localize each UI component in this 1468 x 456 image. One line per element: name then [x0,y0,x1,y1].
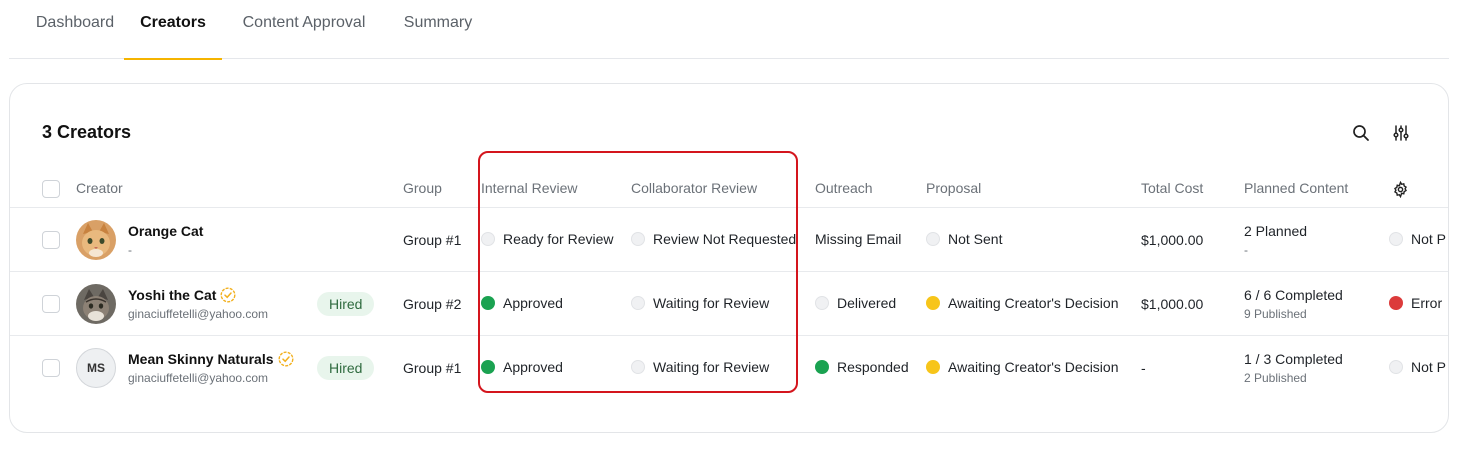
status-dot-icon [481,360,495,374]
avatar [76,284,116,324]
proposal-status[interactable]: Awaiting Creator's Decision [926,295,1119,311]
status-dot-icon [631,360,645,374]
row-checkbox[interactable] [42,295,60,313]
status-dot-icon [926,360,940,374]
row-checkbox[interactable] [42,231,60,249]
filter-sliders-icon[interactable] [1390,122,1412,144]
status-dot-icon [1389,232,1403,246]
row-checkbox[interactable] [42,359,60,377]
status-dot-icon [1389,360,1403,374]
select-all-checkbox[interactable] [42,180,60,198]
internal-review-status[interactable]: Ready for Review [481,231,614,247]
verified-badge-icon [220,287,236,306]
creator-email: ginaciuffetelli@yahoo.com [128,307,269,321]
total-cost-cell: - [1141,360,1146,376]
total-cost-cell: $1,000.00 [1141,232,1204,248]
planned-content-sub: 2 Published [1244,371,1307,385]
status-dot-icon [815,296,829,310]
creator-email: ginaciuffetelli@yahoo.com [128,371,269,385]
status-dot-icon [631,296,645,310]
last-column-status[interactable]: Error [1389,295,1442,311]
planned-content-main: 6 / 6 Completed [1244,287,1343,303]
proposal-status[interactable]: Awaiting Creator's Decision [926,359,1119,375]
status-dot-icon [481,296,495,310]
internal-review-status[interactable]: Approved [481,295,563,311]
top-tabs: Dashboard Creators Content Approval Summ… [9,0,1449,60]
hired-badge: Hired [317,292,375,316]
hired-badge: Hired [317,356,375,380]
column-header-creator[interactable]: Creator [76,180,123,196]
table-row[interactable]: MS Mean Skinny Naturals ginaciuffetelli@… [10,335,1448,399]
proposal-status[interactable]: Not Sent [926,231,1002,247]
planned-content-main: 1 / 3 Completed [1244,351,1343,367]
last-column-status[interactable]: Not P [1389,359,1446,375]
column-header-collaborator-review[interactable]: Collaborator Review [631,180,757,196]
internal-review-status[interactable]: Approved [481,359,563,375]
outreach-status[interactable]: Delivered [815,295,896,311]
outreach-status[interactable]: Responded [815,359,909,375]
group-cell: Group #1 [403,232,462,248]
planned-content-main: 2 Planned [1244,223,1308,239]
column-header-planned-content[interactable]: Planned Content [1244,180,1348,196]
avatar [76,220,116,260]
total-cost-cell: $1,000.00 [1141,296,1204,312]
group-cell: Group #1 [403,360,462,376]
column-header-outreach[interactable]: Outreach [815,180,873,196]
collaborator-review-status[interactable]: Review Not Requested [631,231,796,247]
creator-name[interactable]: Mean Skinny Naturals [128,351,294,370]
verified-badge-icon [277,351,294,370]
tab-content-approval[interactable]: Content Approval [231,0,377,59]
creator-email: - [128,243,132,257]
last-column-status[interactable]: Not P [1389,231,1446,247]
group-cell: Group #2 [403,296,462,312]
collaborator-review-status[interactable]: Waiting for Review [631,295,769,311]
column-header-proposal[interactable]: Proposal [926,180,981,196]
status-dot-icon [481,232,495,246]
gear-icon[interactable] [1389,178,1411,200]
creator-name[interactable]: Yoshi the Cat [128,287,236,306]
tab-dashboard[interactable]: Dashboard [25,0,125,59]
tab-creators[interactable]: Creators [124,0,222,60]
search-icon[interactable] [1350,122,1372,144]
status-dot-icon [815,360,829,374]
outreach-status[interactable]: Missing Email [815,231,901,247]
column-header-group[interactable]: Group [403,180,442,196]
avatar: MS [76,348,116,388]
creator-name[interactable]: Orange Cat [128,223,203,239]
planned-content-sub: 9 Published [1244,307,1307,321]
card-title: 3 Creators [42,122,132,142]
table-row[interactable]: Yoshi the Cat ginaciuffetelli@yahoo.com … [10,271,1448,335]
status-dot-icon [926,296,940,310]
status-dot-icon [631,232,645,246]
creators-card: 3 Creators Creator Group Internal Review… [9,83,1449,433]
column-header-total-cost[interactable]: Total Cost [1141,180,1203,196]
tab-summary[interactable]: Summary [395,0,481,59]
status-dot-icon [1389,296,1403,310]
planned-content-sub: - [1244,243,1248,257]
table-row[interactable]: Orange Cat - Group #1 Ready for Review R… [10,207,1448,271]
collaborator-review-status[interactable]: Waiting for Review [631,359,769,375]
status-dot-icon [926,232,940,246]
column-header-internal-review[interactable]: Internal Review [481,180,578,196]
